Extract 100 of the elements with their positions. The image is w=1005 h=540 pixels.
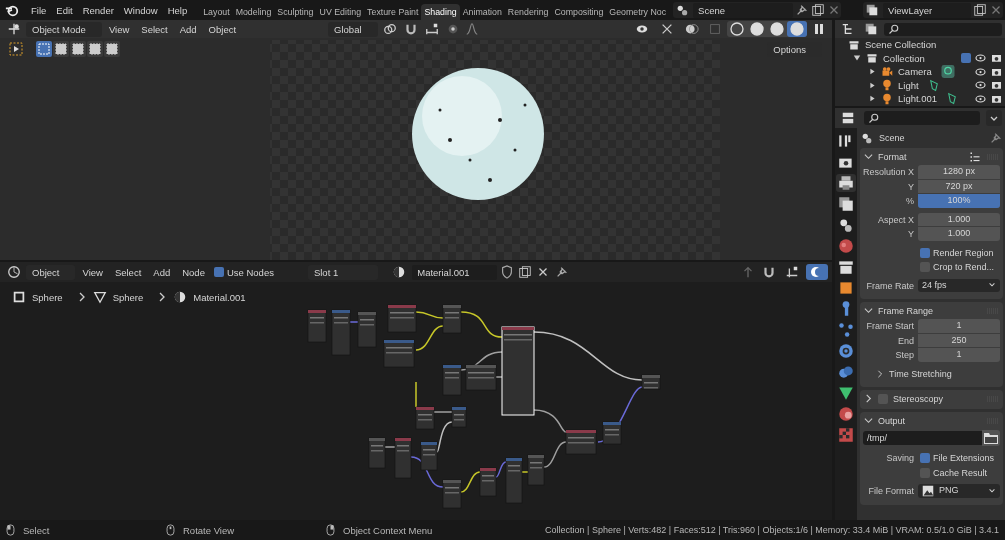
search-field[interactable]	[884, 22, 1002, 36]
globe-icon[interactable]	[836, 237, 856, 255]
tool-icon[interactable]	[8, 41, 24, 57]
chevron-icon[interactable]	[864, 306, 873, 315]
material-field[interactable]: Material.001	[412, 264, 498, 280]
menu-item[interactable]: Help	[162, 4, 193, 16]
checkbox-label[interactable]: File Extensions	[933, 453, 995, 464]
shader-node[interactable]	[331, 309, 351, 356]
checkbox-label[interactable]: Crop to Rend...	[933, 262, 995, 273]
printer-icon[interactable]	[836, 174, 856, 192]
workspace-tab[interactable]: Shading	[421, 4, 460, 20]
orientation-dropdown[interactable]: Global	[328, 21, 378, 37]
shading-mode-icon[interactable]	[767, 21, 787, 37]
number-field[interactable]: 250	[918, 333, 1000, 347]
search-field[interactable]	[864, 111, 980, 125]
particles-icon[interactable]	[836, 321, 856, 339]
menu-item[interactable]: Object	[203, 23, 242, 35]
tree-item[interactable]: Scene Collection	[865, 39, 937, 51]
workspace-tab[interactable]: Layout	[200, 4, 233, 20]
checkbox-label[interactable]: Render Region	[933, 247, 994, 258]
select-mode-icon[interactable]	[104, 41, 120, 57]
menu-item[interactable]: Window	[118, 4, 163, 16]
checkbox-label[interactable]: Cache Result	[933, 467, 988, 478]
checker-icon[interactable]	[836, 426, 856, 444]
object-type-dropdown[interactable]: Object	[26, 264, 76, 280]
shader-node[interactable]	[357, 311, 377, 348]
caret-icon[interactable]	[986, 110, 1002, 126]
panel-title[interactable]: Format	[878, 151, 907, 162]
view-layer-field[interactable]: ViewLayer	[883, 2, 971, 18]
shader-node[interactable]	[602, 421, 622, 445]
link-icon[interactable]	[836, 363, 856, 381]
checkbox-option[interactable]: Cache Result	[918, 467, 990, 478]
eye-icon[interactable]	[974, 65, 987, 78]
sphere-icon[interactable]	[836, 405, 856, 423]
workspace-tab[interactable]: UV Editing	[316, 4, 365, 20]
tree-item[interactable]: Collection	[883, 52, 925, 64]
panel-title[interactable]: Output	[878, 415, 906, 426]
path-field[interactable]: /tmp/	[863, 431, 982, 445]
checkbox[interactable]	[920, 453, 930, 464]
camera-data-icon[interactable]	[939, 65, 956, 79]
workspace-tab[interactable]: Modeling	[232, 4, 275, 20]
overlay-icon[interactable]	[806, 264, 828, 280]
pin-icon[interactable]	[795, 3, 810, 17]
percentage-slider[interactable]: 100%	[918, 194, 1000, 208]
shading-mode-icon[interactable]	[747, 21, 767, 37]
menu-item[interactable]: Node	[177, 266, 210, 278]
workspace-tab[interactable]: Geometry Noc	[606, 4, 670, 20]
camera-icon[interactable]	[990, 52, 1003, 65]
menu-item[interactable]: Select	[136, 23, 173, 35]
menu-item[interactable]: File	[26, 4, 52, 16]
number-field[interactable]: 1	[918, 319, 1000, 333]
menu-item[interactable]: View	[103, 23, 135, 35]
checkbox-label[interactable]: Use Nodes	[226, 266, 274, 278]
breadcrumb[interactable]: Material.001	[193, 291, 246, 303]
eye-icon[interactable]	[974, 92, 987, 105]
camera-icon[interactable]	[990, 79, 1003, 92]
duplicate-icon[interactable]	[517, 265, 534, 279]
list-icon[interactable]	[968, 150, 982, 163]
triangle-icon[interactable]	[836, 384, 856, 402]
shading-mode-icon[interactable]	[787, 21, 807, 37]
tree-item[interactable]: Light	[898, 79, 919, 91]
shader-node[interactable]	[505, 457, 523, 504]
chevron-icon[interactable]	[864, 394, 873, 403]
menu-item[interactable]: Add	[174, 23, 202, 35]
mode-dropdown[interactable]: Object Mode	[26, 21, 102, 37]
menu-item[interactable]: Add	[148, 266, 176, 278]
shader-node[interactable]	[307, 309, 327, 343]
checkbox-option[interactable]: Crop to Rend...	[918, 262, 997, 273]
chevron-icon[interactable]	[864, 416, 873, 425]
tree-item[interactable]: Light.001	[898, 93, 938, 105]
workspace-tab[interactable]: Texture Paint	[364, 4, 422, 20]
folder-icon[interactable]	[982, 430, 1000, 446]
select-mode-icon[interactable]	[53, 41, 69, 57]
workspace-tab[interactable]: Sculpting	[274, 4, 317, 20]
shader-node[interactable]	[442, 479, 462, 509]
eye-icon[interactable]	[974, 79, 987, 92]
pin-icon[interactable]	[989, 131, 1003, 145]
shader-node[interactable]	[394, 437, 412, 479]
slot-dropdown[interactable]: Slot 1	[307, 264, 379, 280]
menu-item[interactable]: Render	[77, 4, 119, 16]
duplicate-icon[interactable]	[811, 3, 826, 17]
number-field[interactable]: 1	[918, 348, 1000, 362]
orbit-icon[interactable]	[836, 342, 856, 360]
breadcrumb[interactable]: Sphere	[112, 291, 144, 303]
eye-icon[interactable]	[974, 52, 987, 65]
select-mode-icon[interactable]	[70, 41, 86, 57]
number-field[interactable]: 1.000	[918, 227, 1000, 241]
menu-item[interactable]: Select	[109, 266, 147, 278]
scene-field[interactable]: Scene	[693, 2, 794, 18]
number-field[interactable]: 1.000	[918, 212, 1000, 226]
panel-title[interactable]: Frame Range	[878, 305, 934, 316]
shader-node[interactable]	[479, 467, 497, 497]
shading-mode-icon[interactable]	[727, 21, 747, 37]
shader-node[interactable]	[641, 374, 661, 390]
checkbox[interactable]	[213, 267, 224, 277]
shader-node[interactable]	[442, 364, 462, 396]
subpanel-header[interactable]: Time Stretching	[860, 368, 952, 379]
chevron-icon[interactable]	[864, 152, 873, 161]
select-mode-icon[interactable]	[87, 41, 103, 57]
number-field[interactable]: 720 px	[918, 179, 1000, 193]
